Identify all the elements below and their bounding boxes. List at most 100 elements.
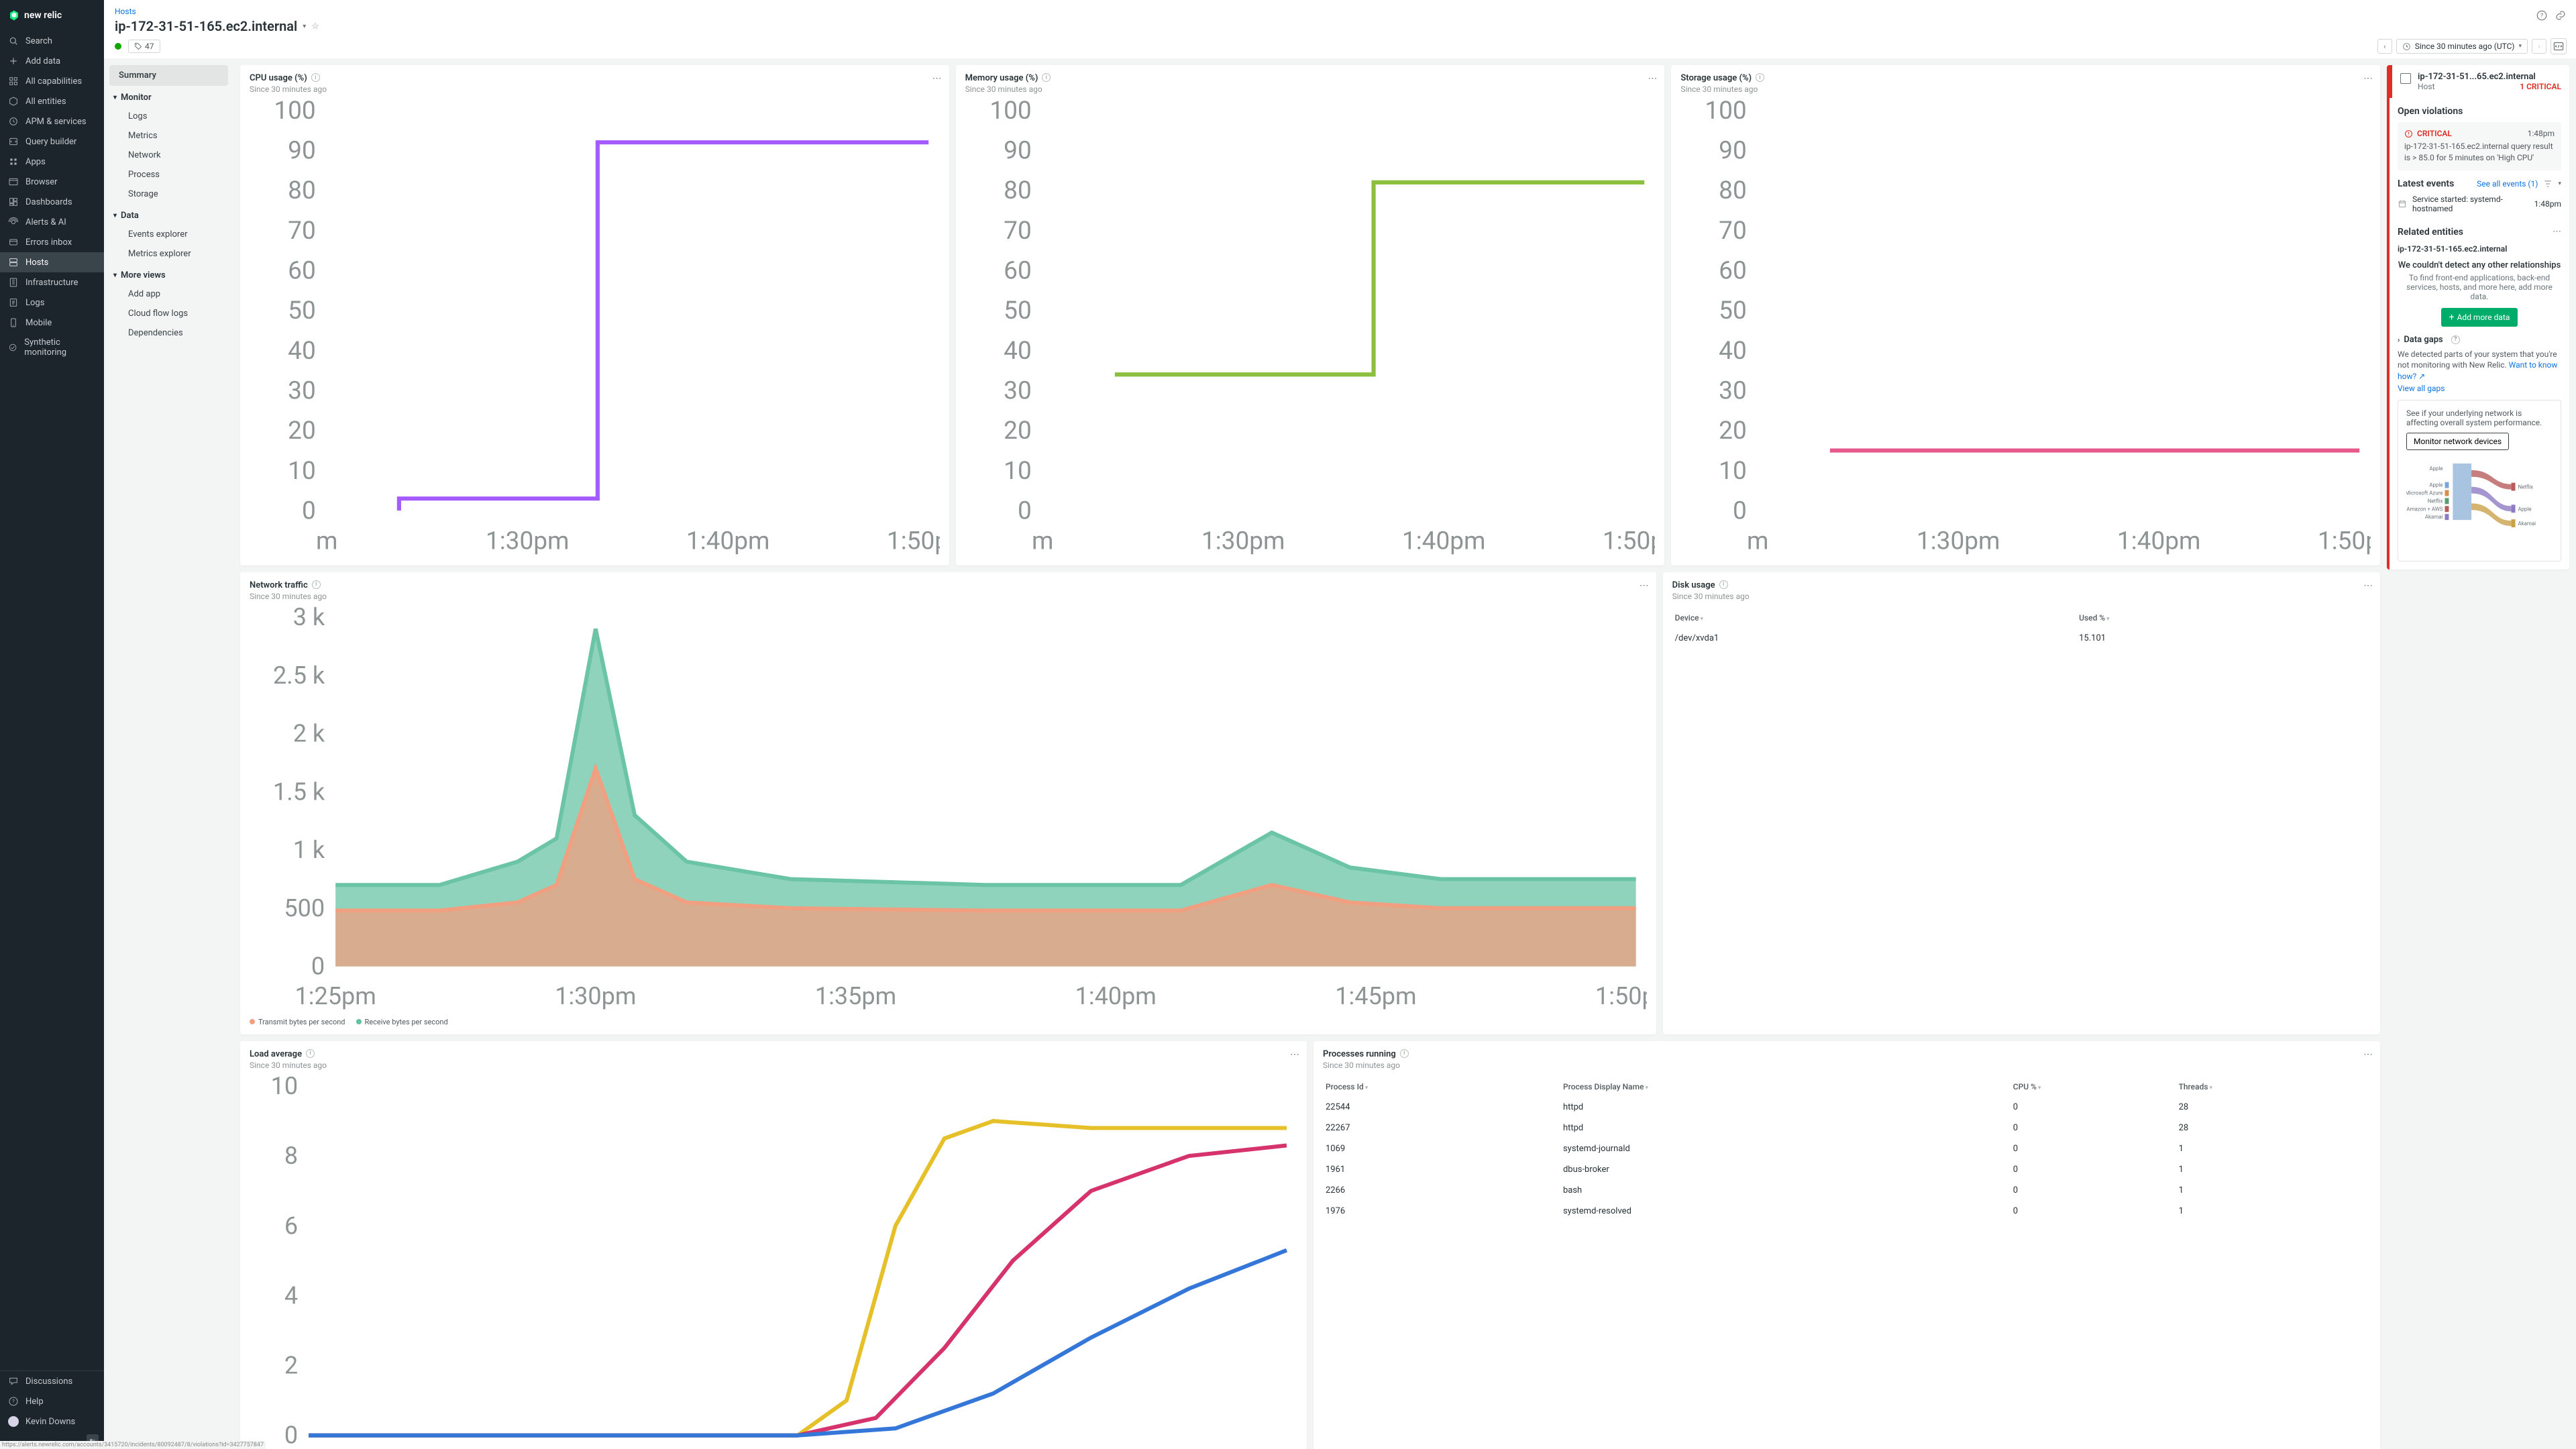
subnav-item-storage[interactable]: Storage [109, 184, 228, 204]
view-all-gaps-link[interactable]: View all gaps [2398, 384, 2561, 393]
svg-text:1:45pm: 1:45pm [1335, 982, 1416, 1010]
time-next-button[interactable]: › [2532, 39, 2546, 54]
nav-item-logs[interactable]: Logs [0, 292, 104, 313]
related-entity-link[interactable]: ip-172-31-51-165.ec2.internal [2398, 244, 2561, 254]
subnav-group-monitor[interactable]: ▾Monitor [109, 86, 228, 107]
svg-text:500: 500 [284, 894, 325, 922]
subnav-item-dependencies[interactable]: Dependencies [109, 323, 228, 343]
table-row[interactable]: 1069systemd-journald01 [1323, 1138, 2371, 1159]
legend-item[interactable]: Transmit bytes per second [250, 1018, 345, 1026]
nav-item-apm-services[interactable]: APM & services [0, 111, 104, 131]
svg-text:Akamai: Akamai [2518, 521, 2536, 527]
info-icon[interactable]: i [1719, 580, 1728, 589]
info-icon[interactable]: i [312, 580, 321, 589]
nav-item-synthetic-monitoring[interactable]: Synthetic monitoring [0, 333, 104, 362]
table-row[interactable]: 22267httpd028 [1323, 1118, 2371, 1138]
info-icon[interactable]: i [1400, 1049, 1409, 1058]
nrql-button[interactable] [2551, 38, 2567, 54]
nav-item-infrastructure[interactable]: Infrastructure [0, 272, 104, 292]
apps-icon [8, 156, 19, 167]
subnav-item-network[interactable]: Network [109, 146, 228, 165]
card-network: ⋯ Network traffici Since 30 minutes ago … [240, 572, 1656, 1034]
subnav-item-events-explorer[interactable]: Events explorer [109, 225, 228, 244]
nav-item-search[interactable]: Search [0, 31, 104, 51]
svg-text:1:50pm: 1:50pm [1595, 982, 1647, 1010]
nav-item-mobile[interactable]: Mobile [0, 313, 104, 333]
card-menu-icon[interactable]: ⋯ [1640, 580, 1650, 591]
svg-text:20: 20 [288, 417, 316, 445]
svg-text:60: 60 [1004, 256, 1032, 285]
column-header[interactable]: Process Display Name▾ [1560, 1077, 2010, 1097]
nav-item-all-capabilities[interactable]: All capabilities [0, 71, 104, 91]
apm-icon [8, 116, 19, 127]
breadcrumb[interactable]: Hosts [115, 7, 136, 16]
chevron-down-icon[interactable]: ▾ [2558, 180, 2561, 187]
svg-text:20: 20 [1004, 417, 1032, 445]
subnav-item-metrics-explorer[interactable]: Metrics explorer [109, 244, 228, 264]
synthetic-icon [8, 342, 17, 353]
subnav-item-metrics[interactable]: Metrics [109, 126, 228, 146]
time-picker[interactable]: Since 30 minutes ago (UTC) ▾ [2396, 39, 2528, 54]
nav-item-query-builder[interactable]: Query builder [0, 131, 104, 152]
grid-icon [8, 76, 19, 87]
info-icon[interactable]: i [306, 1049, 315, 1058]
table-row[interactable]: /dev/xvda115.101 [1672, 628, 2371, 649]
card-menu-icon[interactable]: ⋯ [2363, 1049, 2373, 1060]
monitor-network-button[interactable]: Monitor network devices [2406, 433, 2509, 450]
hosts-icon [8, 257, 19, 268]
subnav-item-cloud-flow-logs[interactable]: Cloud flow logs [109, 304, 228, 323]
card-menu-icon[interactable]: ⋯ [932, 73, 943, 84]
subnav-item-logs[interactable]: Logs [109, 107, 228, 126]
nav-item-apps[interactable]: Apps [0, 152, 104, 172]
table-row[interactable]: 1961dbus-broker01 [1323, 1159, 2371, 1180]
svg-text:30: 30 [288, 376, 316, 405]
table-row[interactable]: 22544httpd028 [1323, 1097, 2371, 1118]
filter-icon[interactable] [2543, 179, 2553, 189]
subnav-summary[interactable]: Summary [109, 65, 228, 86]
table-row[interactable]: 1976systemd-resolved01 [1323, 1201, 2371, 1222]
subnav-group-data[interactable]: ▾Data [109, 204, 228, 225]
info-icon[interactable]: i [1756, 73, 1764, 82]
card-menu-icon[interactable]: ⋯ [1290, 1049, 1300, 1060]
data-gaps-toggle[interactable]: › Data gaps ? [2398, 335, 2561, 345]
card-menu-icon[interactable]: ⋯ [1648, 73, 1658, 84]
column-header[interactable]: Threads▾ [2176, 1077, 2371, 1097]
subnav-item-add-app[interactable]: Add app [109, 284, 228, 304]
nav-item-help[interactable]: ?Help [0, 1391, 104, 1411]
event-row[interactable]: Service started: systemd-hostnamed 1:48p… [2398, 189, 2561, 219]
tag-chip[interactable]: 47 [128, 40, 160, 53]
see-all-events-link[interactable]: See all events (1) [2477, 179, 2538, 189]
nav-item-hosts[interactable]: Hosts [0, 252, 104, 272]
card-menu-icon[interactable]: ⋯ [2363, 73, 2373, 84]
chevron-down-icon[interactable]: ▾ [303, 23, 306, 30]
column-header[interactable]: CPU %▾ [2010, 1077, 2176, 1097]
star-icon[interactable]: ☆ [311, 21, 319, 32]
info-icon[interactable]: i [311, 73, 320, 82]
nav-item-add-data[interactable]: Add data [0, 51, 104, 71]
add-more-data-button[interactable]: +Add more data [2441, 308, 2518, 327]
violation-item[interactable]: CRITICAL 1:48pm ip-172-31-51-165.ec2.int… [2398, 122, 2561, 170]
nav-item-browser[interactable]: Browser [0, 172, 104, 192]
help-icon[interactable]: ? [2536, 9, 2548, 21]
subnav-item-process[interactable]: Process [109, 165, 228, 184]
svg-text:0: 0 [311, 953, 325, 981]
logo[interactable]: new relic [0, 0, 104, 31]
time-prev-button[interactable]: ‹ [2377, 39, 2392, 54]
nav-item-kevin-downs[interactable]: Kevin Downs [0, 1411, 104, 1432]
legend-item[interactable]: Receive bytes per second [356, 1018, 448, 1026]
info-icon[interactable]: i [1042, 73, 1051, 82]
table-row[interactable]: 2266bash01 [1323, 1180, 2371, 1201]
subnav-group-more-views[interactable]: ▾More views [109, 264, 228, 284]
svg-text:Amazon + AWS: Amazon + AWS [2406, 506, 2443, 512]
nav-item-discussions[interactable]: Discussions [0, 1371, 104, 1391]
nav-item-all-entities[interactable]: All entities [0, 91, 104, 111]
link-icon[interactable] [2555, 9, 2567, 21]
nav-item-dashboards[interactable]: Dashboards [0, 192, 104, 212]
nav-item-errors-inbox[interactable]: Errors inbox [0, 232, 104, 252]
column-header[interactable]: Process Id▾ [1323, 1077, 1560, 1097]
info-icon[interactable]: ? [2451, 335, 2460, 344]
card-menu-icon[interactable]: ⋯ [2363, 580, 2373, 591]
svg-text:1 k: 1 k [293, 836, 325, 864]
nav-item-alerts-ai[interactable]: Alerts & AI [0, 212, 104, 232]
card-menu-icon[interactable]: ⋯ [2553, 227, 2561, 237]
